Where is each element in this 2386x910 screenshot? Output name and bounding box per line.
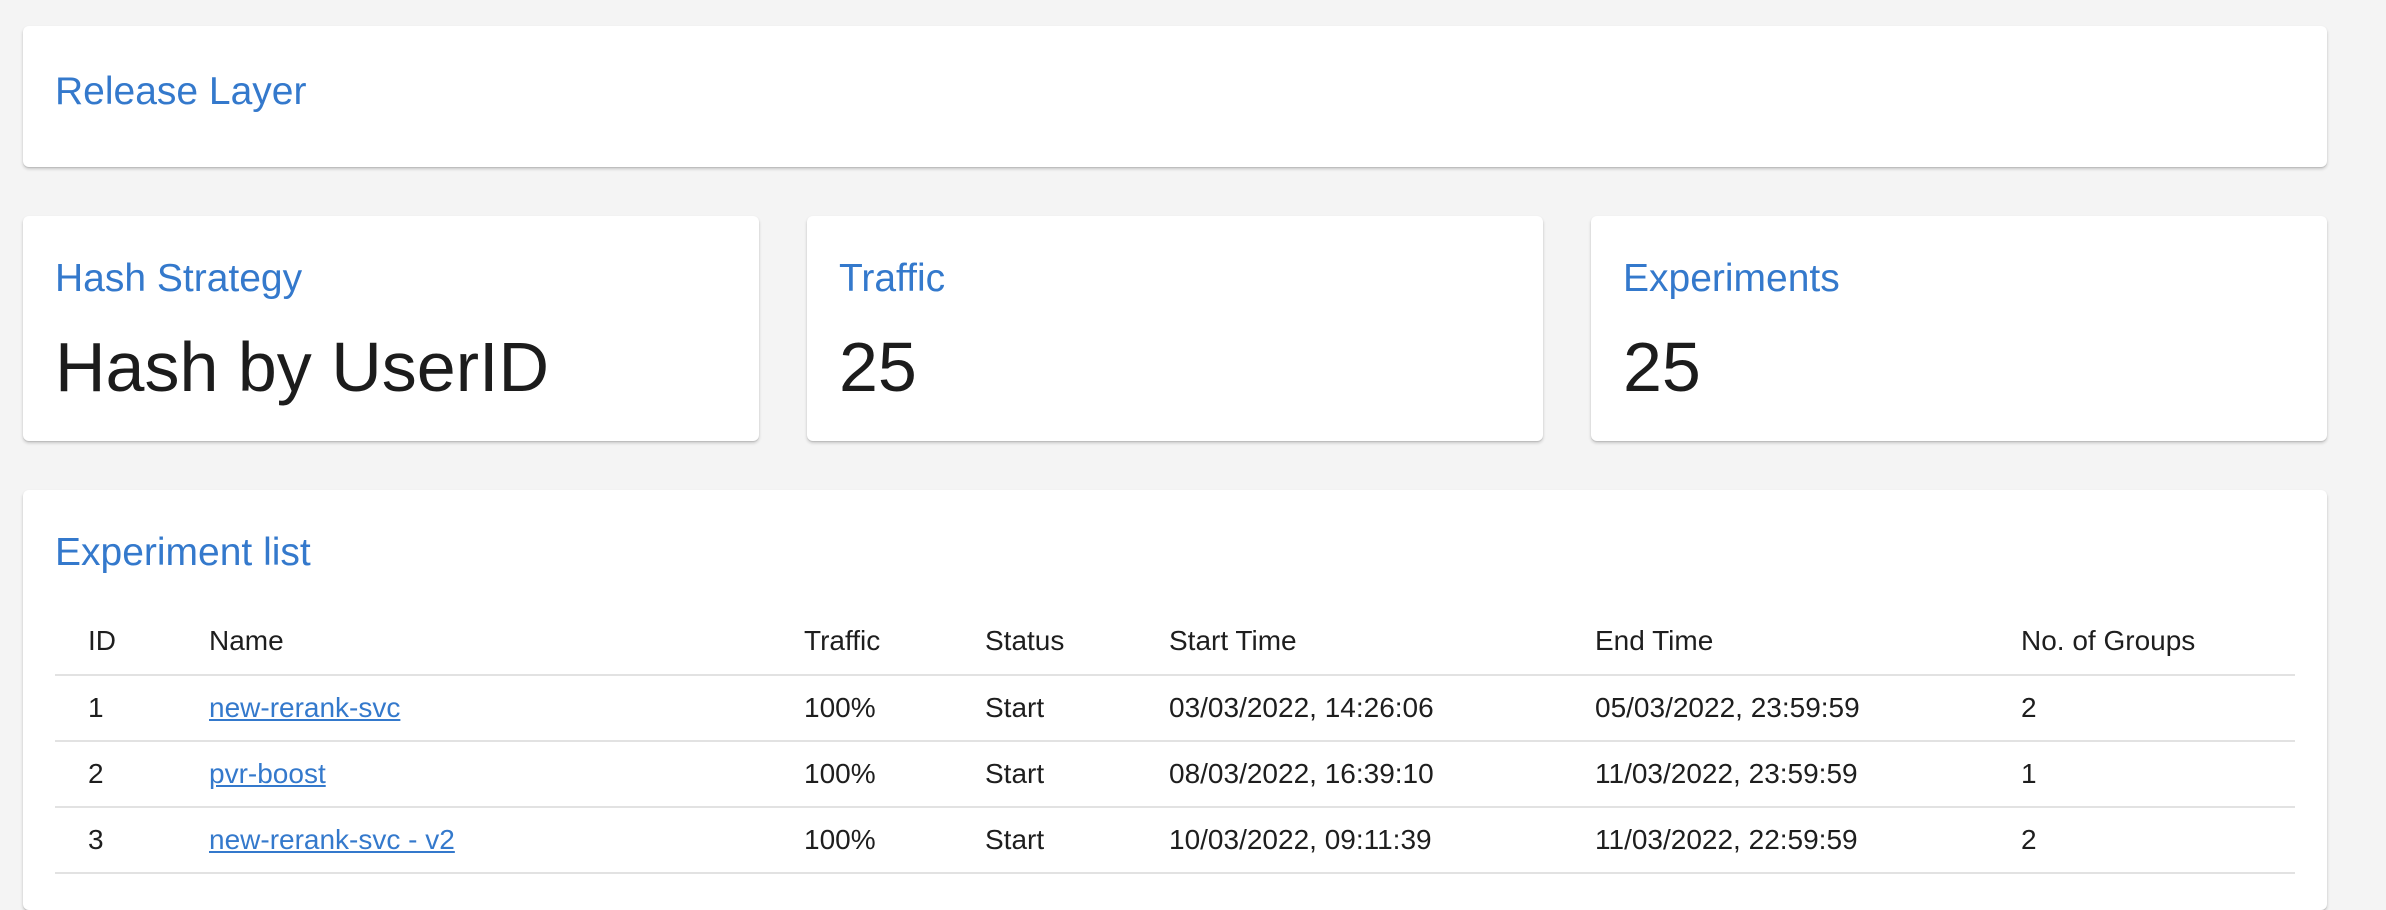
experiment-list-title: Experiment list	[55, 531, 311, 574]
experiment-table: ID Name Traffic Status Start Time End Ti…	[55, 608, 2295, 874]
cell-start-time: 03/03/2022, 14:26:06	[1169, 675, 1595, 742]
table-row: 2 pvr-boost 100% Start 08/03/2022, 16:39…	[55, 741, 2295, 808]
column-header-status[interactable]: Status	[985, 608, 1169, 676]
column-header-name[interactable]: Name	[209, 608, 804, 676]
cell-traffic: 100%	[804, 741, 985, 808]
cell-id: 2	[55, 741, 209, 808]
cell-status: Start	[985, 741, 1169, 808]
hash-strategy-value: Hash by UserID	[55, 328, 550, 406]
table-row: 1 new-rerank-svc 100% Start 03/03/2022, …	[55, 675, 2295, 742]
column-header-id: ID	[55, 608, 209, 676]
cell-start-time: 08/03/2022, 16:39:10	[1169, 741, 1595, 808]
cell-name: new-rerank-svc	[209, 675, 804, 742]
cell-groups: 2	[2021, 675, 2295, 742]
experiments-card: Experiments 25	[1591, 216, 2327, 441]
experiment-link[interactable]: new-rerank-svc - v2	[209, 824, 455, 855]
cell-start-time: 10/03/2022, 09:11:39	[1169, 807, 1595, 874]
cell-groups: 2	[2021, 807, 2295, 874]
cell-name: new-rerank-svc - v2	[209, 807, 804, 874]
experiments-value: 25	[1623, 328, 1701, 406]
experiment-list-card: Experiment list ID Name Traffic Status S…	[23, 490, 2327, 910]
release-layer-card: Release Layer	[23, 26, 2327, 167]
cell-end-time: 11/03/2022, 22:59:59	[1595, 807, 2021, 874]
cell-name: pvr-boost	[209, 741, 804, 808]
traffic-value: 25	[839, 328, 917, 406]
table-row: 3 new-rerank-svc - v2 100% Start 10/03/2…	[55, 807, 2295, 874]
experiments-title: Experiments	[1623, 257, 1840, 300]
column-header-traffic[interactable]: Traffic	[804, 608, 985, 676]
traffic-title: Traffic	[839, 257, 946, 300]
hash-strategy-card: Hash Strategy Hash by UserID	[23, 216, 759, 441]
experiment-link[interactable]: pvr-boost	[209, 758, 326, 789]
column-header-start-time[interactable]: Start Time	[1169, 608, 1595, 676]
traffic-card: Traffic 25	[807, 216, 1543, 441]
cell-status: Start	[985, 807, 1169, 874]
cell-traffic: 100%	[804, 807, 985, 874]
table-header-row: ID Name Traffic Status Start Time End Ti…	[55, 608, 2295, 676]
cell-id: 3	[55, 807, 209, 874]
page-title: Release Layer	[55, 70, 307, 113]
column-header-groups[interactable]: No. of Groups	[2021, 608, 2295, 676]
cell-status: Start	[985, 675, 1169, 742]
cell-traffic: 100%	[804, 675, 985, 742]
cell-end-time: 11/03/2022, 23:59:59	[1595, 741, 2021, 808]
cell-end-time: 05/03/2022, 23:59:59	[1595, 675, 2021, 742]
experiment-link[interactable]: new-rerank-svc	[209, 692, 400, 723]
cell-id: 1	[55, 675, 209, 742]
column-header-end-time[interactable]: End Time	[1595, 608, 2021, 676]
cell-groups: 1	[2021, 741, 2295, 808]
hash-strategy-title: Hash Strategy	[55, 257, 303, 300]
